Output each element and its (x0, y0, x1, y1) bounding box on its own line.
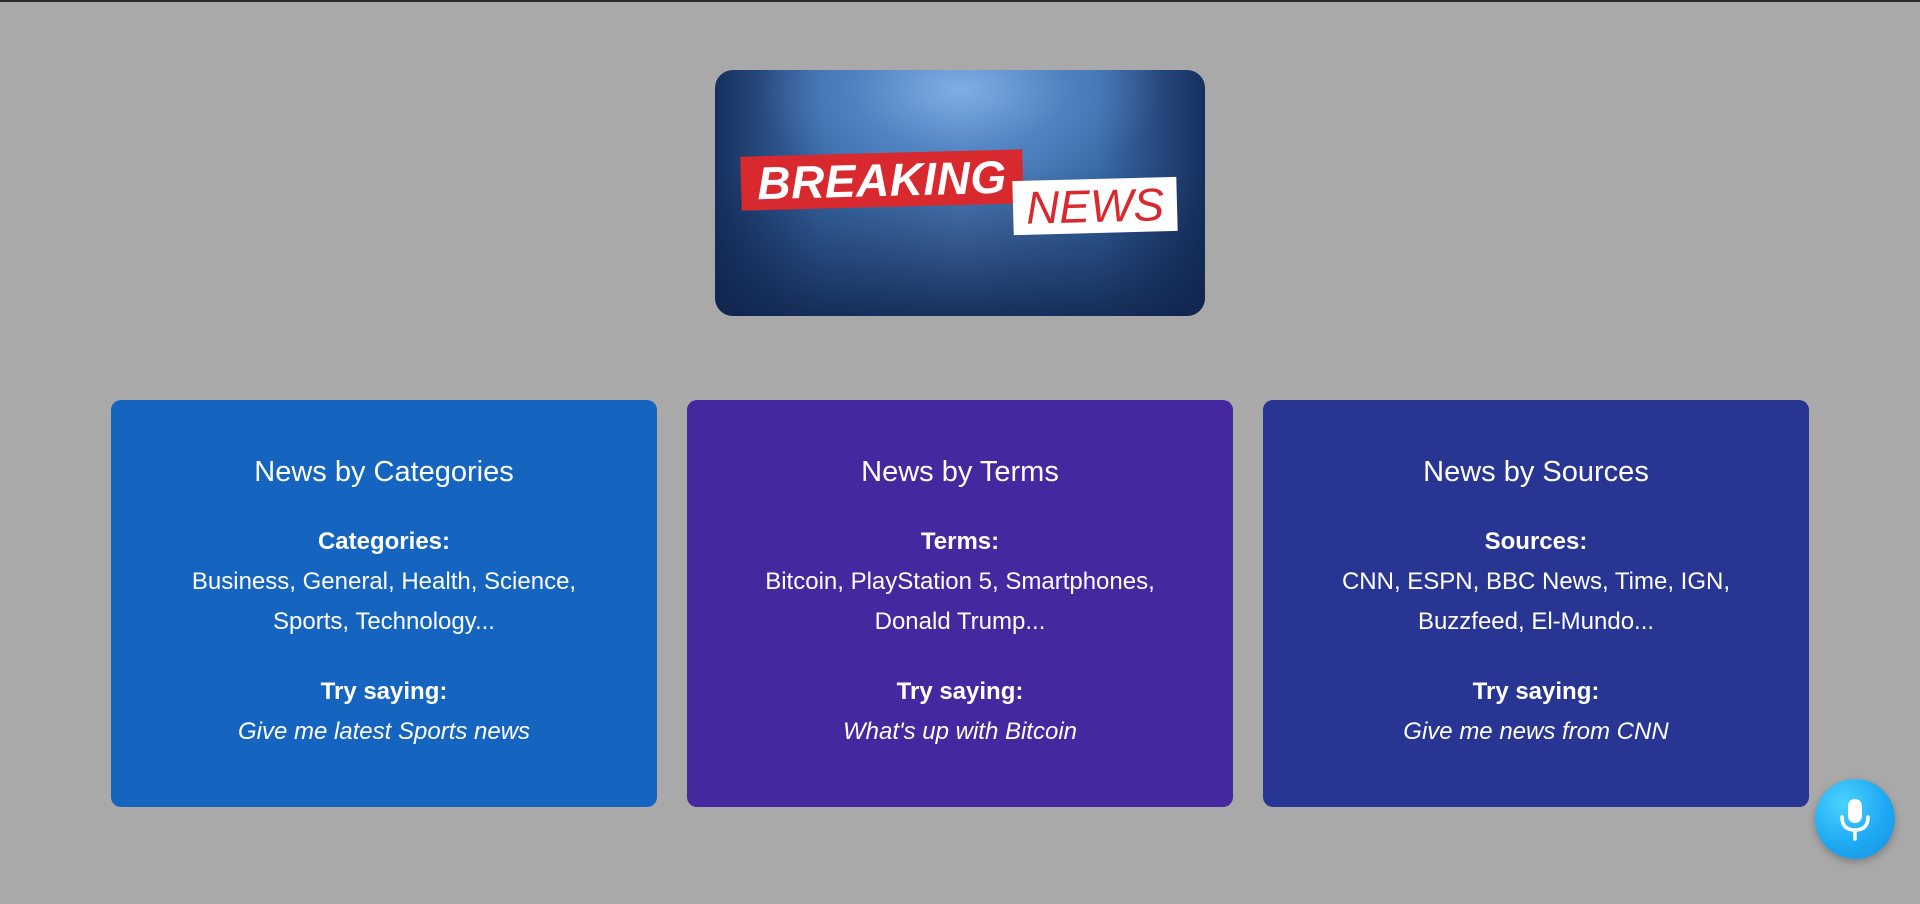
card-list: Business, General, Health, Science, Spor… (191, 568, 577, 635)
logo-news-text: NEWS (1012, 176, 1178, 236)
card-try-label: Try saying: (1472, 678, 1600, 705)
card-try-example: Give me latest Sports news (237, 718, 531, 745)
microphone-button[interactable] (1815, 779, 1895, 859)
card-list: CNN, ESPN, BBC News, Time, IGN, Buzzfeed… (1341, 568, 1731, 635)
card-label: Sources: (1484, 528, 1588, 555)
card-try-label: Try saying: (320, 678, 448, 705)
logo-breaking-text: BREAKING (740, 149, 1024, 211)
card-categories: News by Categories Categories: Business,… (111, 400, 657, 807)
card-title: News by Sources (1423, 456, 1649, 488)
card-try-example: What's up with Bitcoin (842, 718, 1077, 745)
info-cards: News by Categories Categories: Business,… (111, 400, 1809, 807)
breaking-news-logo: BREAKING NEWS (715, 70, 1205, 316)
card-label: Categories: (317, 528, 451, 555)
card-title: News by Terms (861, 456, 1059, 488)
card-label: Terms: (920, 528, 1000, 555)
card-try-label: Try saying: (896, 678, 1024, 705)
card-try-example: Give me news from CNN (1403, 718, 1669, 745)
card-sources: News by Sources Sources: CNN, ESPN, BBC … (1263, 400, 1809, 807)
card-list: Bitcoin, PlayStation 5, Smartphones, Don… (765, 568, 1155, 635)
card-terms: News by Terms Terms: Bitcoin, PlayStatio… (687, 400, 1233, 807)
top-border (0, 0, 1920, 2)
microphone-icon (1840, 799, 1870, 841)
card-title: News by Categories (254, 456, 514, 488)
